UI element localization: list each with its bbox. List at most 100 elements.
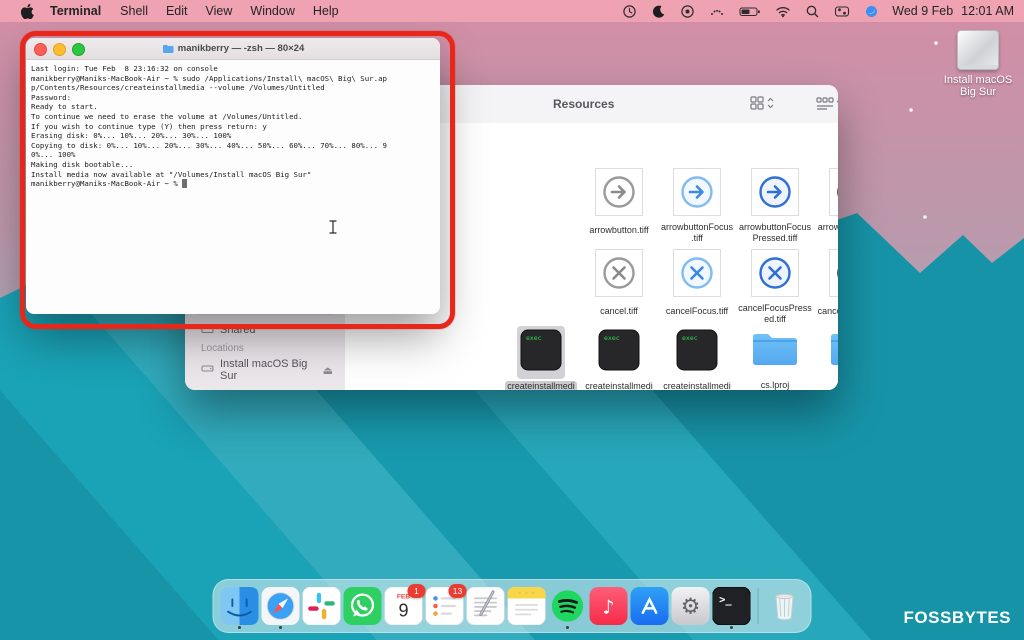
terminal-line: Erasing disk: 0%... 10%... 20%... 30%...…	[31, 131, 435, 141]
arrow-lightblue-icon	[671, 166, 723, 218]
file-item-createinstallmedia.dylib[interactable]: exec createinstallmedi a.dylib	[655, 326, 739, 390]
search-icon[interactable]	[798, 4, 827, 19]
cancel-lightblue-icon	[671, 247, 723, 299]
cancel-blue-icon	[749, 247, 801, 299]
minimize-button[interactable]	[53, 43, 66, 56]
view-grid-icon[interactable]	[749, 95, 775, 111]
arrow-blue-icon	[749, 166, 801, 218]
svg-text:exec: exec	[682, 334, 698, 342]
file-label: cancelFocus.tiff	[664, 306, 730, 317]
dock-item-terminal[interactable]: >_	[713, 587, 751, 625]
dock-item-whatsapp[interactable]	[344, 587, 382, 625]
folder-icon	[826, 326, 838, 375]
notification-badge: 13	[449, 584, 467, 598]
sidebar-section-locations: Locations	[201, 343, 244, 354]
menubar-menu-terminal[interactable]: Terminal	[40, 4, 111, 18]
file-label: da.lproj	[836, 380, 838, 390]
terminal-line: Last login: Tue Feb 8 23:16:32 on consol…	[31, 64, 435, 74]
wifi-icon[interactable]	[768, 4, 798, 19]
menubar-menu-help[interactable]: Help	[304, 4, 348, 18]
file-item-cancelpressed.tiff[interactable]: cancelPressed.tiff	[811, 247, 838, 319]
exec-icon: exec	[595, 326, 643, 379]
control-center-icon[interactable]	[827, 4, 857, 19]
close-button[interactable]	[34, 43, 47, 56]
terminal-window[interactable]: manikberry — -zsh — 80×24 Last login: Tu…	[26, 38, 440, 314]
dock-item-spotify[interactable]	[549, 587, 587, 625]
terminal-titlebar[interactable]: manikberry — -zsh — 80×24	[26, 38, 440, 60]
running-indicator	[279, 626, 282, 629]
desktop-screen: Install macOS Big Sur DesktopShared Loca…	[0, 0, 1024, 640]
battery-icon[interactable]	[732, 4, 768, 19]
exec-icon: exec	[517, 326, 565, 379]
record-icon[interactable]	[673, 4, 702, 19]
terminal-line: Ready to start.	[31, 102, 435, 112]
dock-item-textedit[interactable]	[467, 587, 505, 625]
file-item-cancel.tiff[interactable]: cancel.tiff	[577, 247, 661, 319]
clock-icon[interactable]	[615, 4, 644, 19]
dock-item-safari[interactable]	[262, 587, 300, 625]
eject-icon[interactable]: ⏏	[323, 364, 337, 377]
file-item-createinstallmedia[interactable]: execcreateinstallmedi a	[499, 326, 583, 390]
svg-text:>_: >_	[719, 594, 732, 606]
file-item-arrowbuttonfocuspressed.tiff[interactable]: arrowbuttonFocus Pressed.tiff	[733, 166, 817, 246]
dock-item-trash[interactable]	[766, 587, 804, 625]
file-item-arrowbuttonpressed.tiff[interactable]: arrowbuttonPress ed.tiff	[811, 166, 838, 246]
dock-item-music[interactable]: ♪	[590, 587, 628, 625]
finder-window-title: Resources	[553, 97, 614, 111]
menubar-menu-view[interactable]: View	[197, 4, 242, 18]
folder-icon	[162, 44, 174, 54]
sidebar-item-install-macos-big-sur[interactable]: Install macOS Big Sur⏏	[195, 360, 337, 380]
menubar-date[interactable]: Wed 9 Feb	[892, 4, 953, 18]
terminal-window-title: manikberry — -zsh — 80×24	[162, 43, 304, 54]
file-item-createinstallmedia_yosemite[interactable]: exec createinstallmedi a_yosemite	[577, 326, 661, 390]
watermark: FOSSBYTES	[904, 608, 1011, 628]
dock-item-settings[interactable]: ⚙	[672, 587, 710, 625]
terminal-line: manikberry@Maniks-MacBook-Air ~ %	[31, 179, 435, 189]
keyboard-brightness-icon[interactable]	[702, 4, 732, 19]
file-item-cancelfocus.tiff[interactable]: cancelFocus.tiff	[655, 247, 739, 319]
terminal-line: Making disk bootable...	[31, 160, 435, 170]
file-label: createinstallmedi a.dylib	[661, 381, 733, 390]
colored-orb-icon[interactable]	[857, 4, 886, 19]
text-cursor-pointer	[327, 219, 339, 235]
dock-item-calendar[interactable]: FEB91	[385, 587, 423, 625]
file-label: arrowbuttonFocus .tiff	[659, 222, 735, 243]
terminal-line: Copying to disk: 0%... 10%... 20%... 30%…	[31, 141, 435, 151]
file-label: cancel.tiff	[598, 306, 640, 317]
file-item-arrowbuttonfocus.tiff[interactable]: arrowbuttonFocus .tiff	[655, 166, 739, 246]
terminal-line: If you wish to continue type (Y) then pr…	[31, 122, 435, 132]
external-drive-icon	[201, 363, 214, 377]
dock-item-appstore[interactable]	[631, 587, 669, 625]
exec-icon: exec	[673, 326, 721, 379]
dock-item-reminders[interactable]: 13	[426, 587, 464, 625]
terminal-line: To continue we need to erase the volume …	[31, 112, 435, 122]
menu-bar: TerminalShellEditViewWindowHelp Wed 9 Fe…	[0, 0, 1024, 22]
zoom-button[interactable]	[72, 43, 85, 56]
notification-badge: 1	[408, 584, 426, 598]
dock-item-notes[interactable]	[508, 587, 546, 625]
file-item-da.lproj[interactable]: da.lproj	[811, 326, 838, 390]
shared-folder-icon	[201, 323, 214, 337]
dock-item-slack[interactable]	[303, 587, 341, 625]
menubar-menu-window[interactable]: Window	[241, 4, 303, 18]
desktop-item-label: Install macOS Big Sur	[941, 74, 1015, 98]
desktop-item-install-macos-big-sur[interactable]: Install macOS Big Sur	[941, 30, 1015, 98]
sidebar-item-shared[interactable]: Shared	[195, 320, 337, 340]
file-item-arrowbutton.tiff[interactable]: arrowbutton.tiff	[577, 166, 661, 238]
svg-text:exec: exec	[526, 334, 542, 342]
group-by-icon[interactable]	[815, 95, 838, 111]
file-label: createinstallmedi a_yosemite	[583, 381, 655, 390]
apple-menu-icon[interactable]	[14, 4, 40, 19]
terminal-line: 0%... 100%	[31, 150, 435, 160]
dock-item-finder[interactable]	[221, 587, 259, 625]
menubar-menu-edit[interactable]: Edit	[157, 4, 197, 18]
running-indicator	[566, 626, 569, 629]
moon-icon[interactable]	[644, 4, 673, 19]
menubar-time[interactable]: 12:01 AM	[961, 4, 1014, 18]
terminal-output[interactable]: Last login: Tue Feb 8 23:16:32 on consol…	[26, 60, 440, 193]
file-item-cancelfocuspressed.tiff[interactable]: cancelFocusPress ed.tiff	[733, 247, 817, 327]
running-indicator	[238, 626, 241, 629]
menubar-menu-shell[interactable]: Shell	[111, 4, 157, 18]
arrow-gray-icon	[593, 166, 645, 218]
file-item-cs.lproj[interactable]: cs.lproj	[733, 326, 817, 390]
